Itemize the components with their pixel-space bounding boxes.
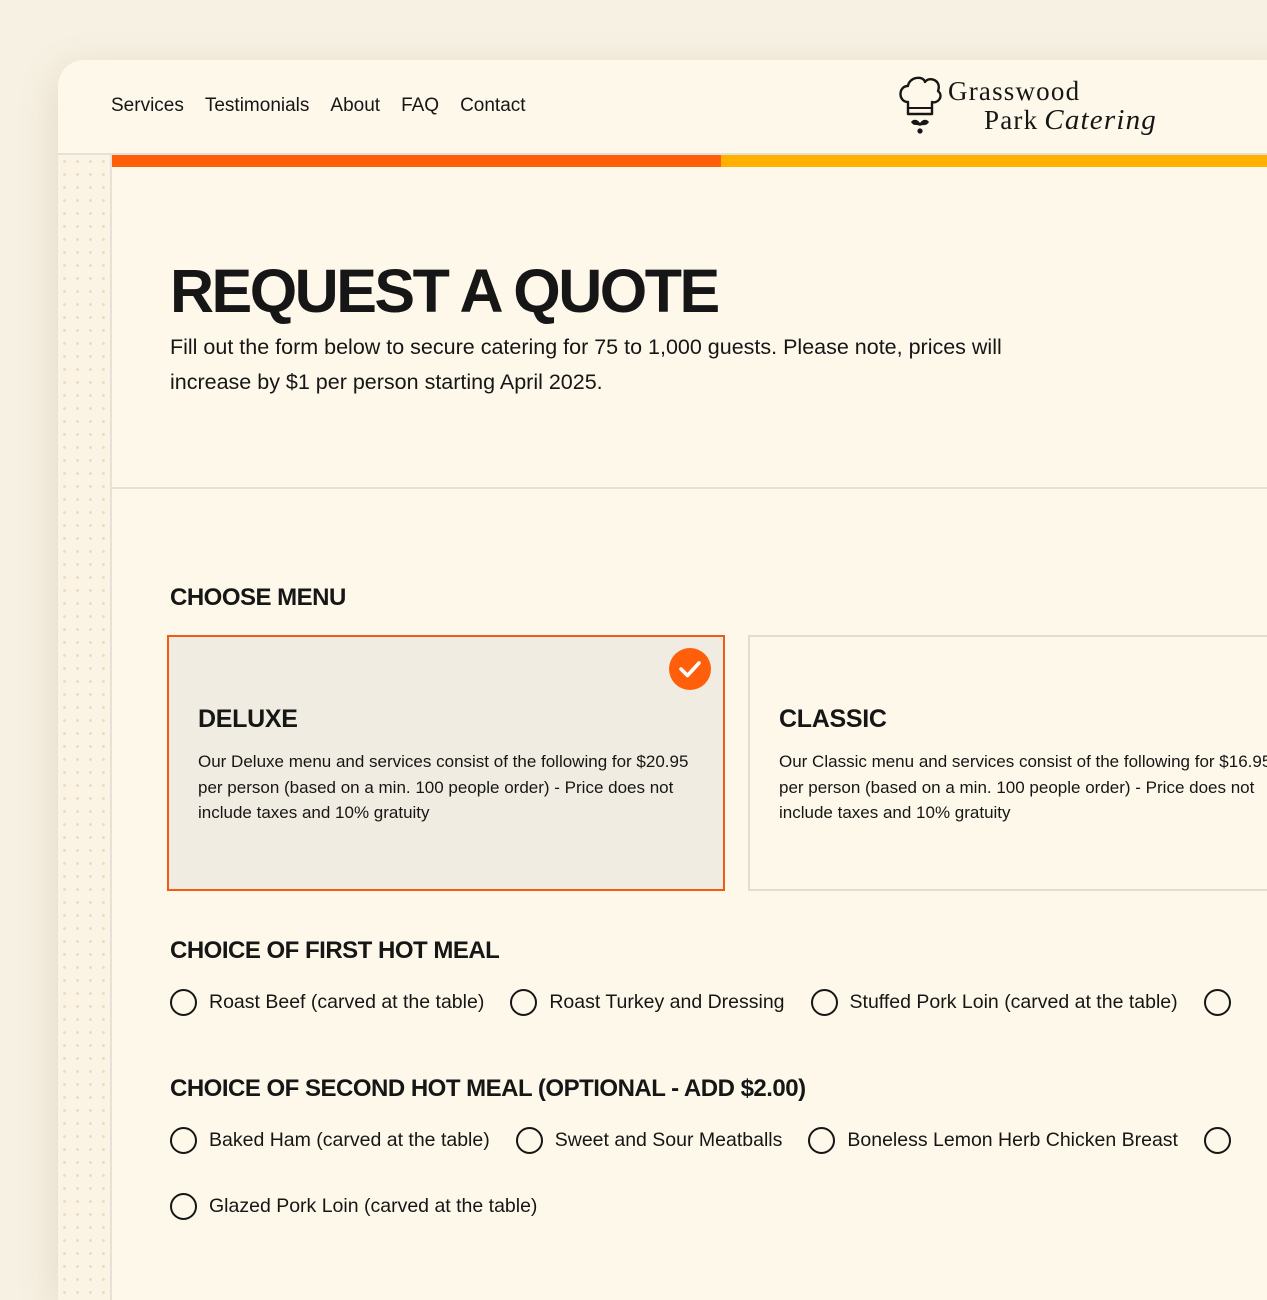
top-navigation: Services Testimonials About FAQ Contact … [58, 60, 1267, 155]
radio-option-partial[interactable] [1203, 989, 1231, 1016]
page-title: REQUEST A QUOTE [170, 257, 720, 325]
decorative-side-strip [58, 155, 112, 1300]
logo-wordmark-line2: Park Catering [984, 104, 1157, 137]
logo-wordmark-line1: Grasswood [948, 76, 1081, 106]
radio-label: Roast Turkey and Dressing [549, 991, 785, 1013]
choose-menu-heading: CHOOSE MENU [170, 584, 346, 611]
nav-links: Services Testimonials About FAQ Contact [111, 95, 526, 117]
menu-card-title: DELUXE [198, 705, 298, 733]
radio-circle-icon [170, 1193, 197, 1220]
chef-hat-mustache-icon [899, 76, 942, 134]
menu-card-classic[interactable]: CLASSIC Our Classic menu and services co… [748, 635, 1267, 891]
accent-bar-yellow [721, 155, 1267, 167]
radio-circle-icon [170, 1127, 197, 1154]
radio-label: Baked Ham (carved at the table) [209, 1129, 490, 1151]
radio-option[interactable]: Roast Turkey and Dressing [510, 989, 785, 1016]
brand-logo[interactable]: Grasswood Park Catering [896, 74, 1196, 144]
nav-link-faq[interactable]: FAQ [401, 95, 439, 117]
menu-card-deluxe[interactable]: DELUXE Our Deluxe menu and services cons… [167, 635, 725, 891]
radio-label: Roast Beef (carved at the table) [209, 991, 485, 1013]
radio-option[interactable]: Glazed Pork Loin (carved at the table) [170, 1193, 537, 1220]
logo-park: Park [984, 105, 1039, 135]
radio-circle-icon [1203, 1127, 1231, 1154]
radio-circle-icon [170, 989, 197, 1016]
nav-link-services[interactable]: Services [111, 95, 184, 117]
menu-card-description: Our Deluxe menu and services consist of … [198, 752, 689, 822]
first-meal-options: Roast Beef (carved at the table) Roast T… [170, 989, 1231, 1016]
radio-option[interactable]: Roast Beef (carved at the table) [170, 989, 484, 1016]
radio-circle-icon [510, 989, 538, 1016]
logo-script: Catering [1044, 104, 1158, 136]
radio-option-partial[interactable] [1203, 1127, 1231, 1154]
nav-link-testimonials[interactable]: Testimonials [205, 95, 310, 117]
page-description: Fill out the form below to secure cateri… [170, 335, 1002, 394]
first-hot-meal-heading: CHOICE OF FIRST HOT MEAL [170, 937, 500, 964]
radio-circle-icon [515, 1127, 543, 1154]
section-divider [112, 487, 1267, 489]
checkmark-icon [669, 648, 711, 690]
radio-option[interactable]: Baked Ham (carved at the table) [170, 1127, 490, 1154]
radio-option[interactable]: Stuffed Pork Loin (carved at the table) [810, 989, 1178, 1016]
radio-label: Glazed Pork Loin (carved at the table) [209, 1195, 538, 1217]
accent-bar [112, 155, 1267, 167]
browser-window: Services Testimonials About FAQ Contact … [58, 60, 1267, 1300]
nav-link-contact[interactable]: Contact [460, 95, 525, 117]
radio-label: Sweet and Sour Meatballs [554, 1129, 783, 1151]
radio-option[interactable]: Boneless Lemon Herb Chicken Breast [808, 1127, 1178, 1154]
nav-link-about[interactable]: About [330, 95, 380, 117]
radio-label: Stuffed Pork Loin (carved at the table) [849, 991, 1178, 1013]
second-meal-options: Baked Ham (carved at the table) Sweet an… [170, 1127, 1231, 1154]
radio-circle-icon [1203, 989, 1231, 1016]
radio-circle-icon [810, 989, 838, 1016]
radio-circle-icon [808, 1127, 836, 1154]
menu-card-description: Our Classic menu and services consist of… [779, 752, 1267, 822]
accent-bar-orange [112, 155, 721, 167]
radio-label: Boneless Lemon Herb Chicken Breast [847, 1129, 1178, 1151]
second-meal-options-row2: Glazed Pork Loin (carved at the table) [170, 1193, 537, 1220]
radio-option[interactable]: Sweet and Sour Meatballs [515, 1127, 783, 1154]
menu-card-title: CLASSIC [779, 705, 887, 733]
second-hot-meal-heading: CHOICE OF SECOND HOT MEAL (OPTIONAL - AD… [170, 1075, 806, 1102]
